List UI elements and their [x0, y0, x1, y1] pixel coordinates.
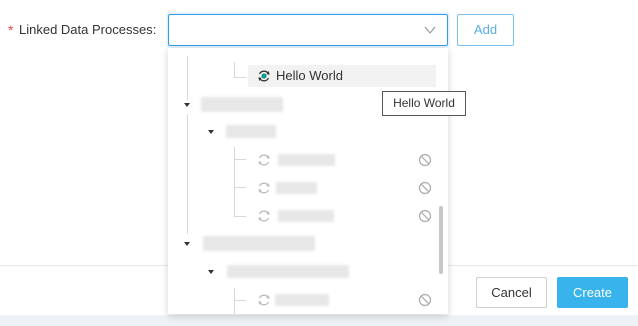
tree-leaf-node[interactable] [254, 290, 439, 310]
tree-node-label: Hello World [276, 68, 343, 83]
node-label-redacted [278, 210, 334, 222]
tree-guide-line [234, 159, 246, 160]
tree-guide-line [187, 56, 188, 100]
tree-leaf-node[interactable] [254, 178, 439, 198]
caret-down-icon[interactable] [184, 103, 190, 107]
tree-node-redacted[interactable] [226, 125, 276, 138]
tooltip: Hello World [382, 91, 466, 116]
create-button[interactable]: Create [557, 277, 628, 308]
node-label-redacted [276, 182, 317, 194]
tree-guide-line [234, 147, 235, 217]
tree-node-hello-world[interactable]: Hello World [248, 65, 436, 87]
scrollbar-thumb[interactable] [439, 206, 443, 274]
add-button[interactable]: Add [457, 14, 514, 46]
tree-guide-line [234, 77, 246, 78]
sync-icon [258, 154, 270, 166]
page-footer-strip [0, 315, 638, 326]
tree-guide-line [234, 300, 246, 301]
required-mark: * [8, 22, 14, 38]
tree-guide-line [234, 62, 235, 78]
tree-leaf-node[interactable] [254, 150, 439, 170]
tree-node-redacted[interactable] [227, 265, 349, 278]
label-text: Linked Data Processes [19, 22, 153, 37]
sync-icon [258, 182, 270, 194]
node-label-redacted [278, 154, 335, 166]
caret-down-icon[interactable] [208, 130, 214, 134]
ban-icon [418, 153, 432, 167]
sync-icon [258, 294, 270, 306]
label-colon: : [152, 22, 157, 37]
tree-guide-line [187, 114, 188, 234]
node-label-redacted [275, 294, 329, 306]
tree-guide-line [234, 216, 246, 217]
tree-leaf-node[interactable] [254, 206, 439, 226]
ban-icon [418, 209, 432, 223]
caret-down-icon[interactable] [184, 242, 190, 246]
cancel-button[interactable]: Cancel [476, 277, 547, 308]
tree-guide-line [234, 288, 235, 314]
ban-icon [418, 293, 432, 307]
tree-select-dropdown[interactable]: Hello World [168, 48, 448, 314]
ban-icon [418, 181, 432, 195]
tree-guide-line [234, 187, 246, 188]
sync-icon [258, 70, 270, 82]
linked-data-processes-label: Linked Data Processes: [19, 22, 156, 37]
tree-node-redacted[interactable] [201, 97, 283, 112]
tree-node-redacted[interactable] [203, 236, 315, 251]
chevron-down-icon [424, 26, 436, 34]
caret-down-icon[interactable] [208, 270, 214, 274]
linked-data-processes-select[interactable] [168, 14, 448, 46]
sync-icon [258, 210, 270, 222]
